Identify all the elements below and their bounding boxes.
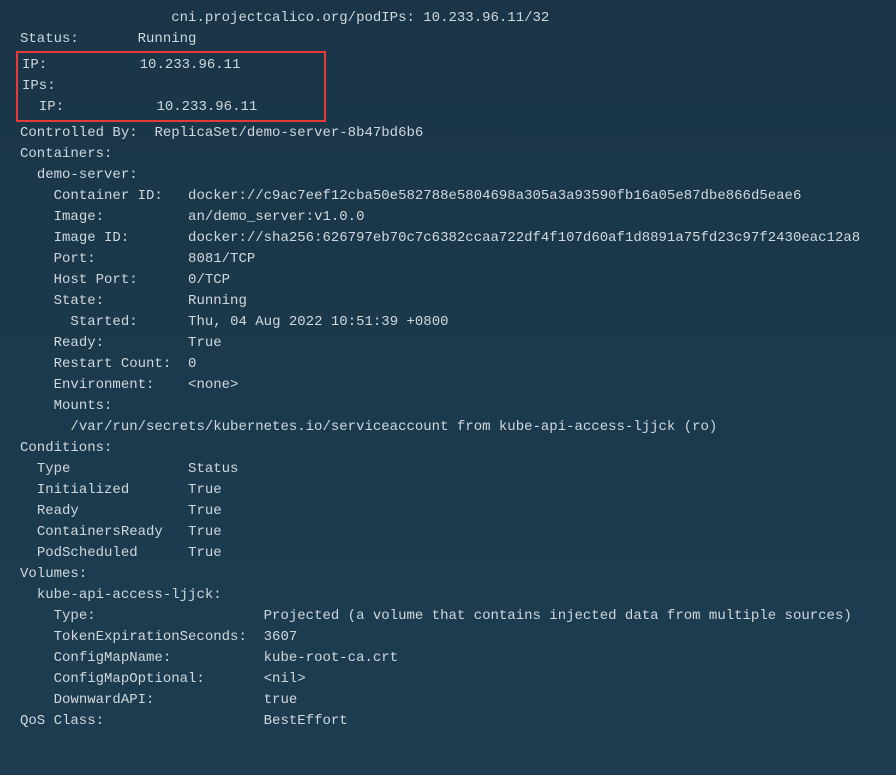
image-id-label: Image ID: bbox=[54, 230, 130, 246]
image-value: an/demo_server:v1.0.0 bbox=[188, 209, 364, 225]
downward-api-label: DownwardAPI: bbox=[54, 692, 155, 708]
qos-class-value: BestEffort bbox=[264, 713, 348, 729]
conditions-header-line: Type Status bbox=[0, 459, 896, 480]
started-value: Thu, 04 Aug 2022 10:51:39 +0800 bbox=[188, 314, 448, 330]
config-map-optional-value: <nil> bbox=[264, 671, 306, 687]
annotation-line: cni.projectcalico.org/podIPs: 10.233.96.… bbox=[0, 8, 896, 29]
container-id-value: docker://c9ac7eef12cba50e582788e5804698a… bbox=[188, 188, 801, 204]
ready-label: Ready: bbox=[54, 335, 104, 351]
ip-label: IP: bbox=[22, 57, 47, 73]
port-line: Port: 8081/TCP bbox=[0, 249, 896, 270]
condition-status: True bbox=[188, 545, 222, 561]
container-id-line: Container ID: docker://c9ac7eef12cba50e5… bbox=[0, 186, 896, 207]
volumes-label-line: Volumes: bbox=[0, 564, 896, 585]
token-expiration-label: TokenExpirationSeconds: bbox=[54, 629, 247, 645]
status-value: Running bbox=[138, 31, 197, 47]
environment-value: <none> bbox=[188, 377, 238, 393]
image-line: Image: an/demo_server:v1.0.0 bbox=[0, 207, 896, 228]
qos-class-line: QoS Class: BestEffort bbox=[0, 711, 896, 732]
mounts-label-line: Mounts: bbox=[0, 396, 896, 417]
config-map-name-line: ConfigMapName: kube-root-ca.crt bbox=[0, 648, 896, 669]
conditions-label: Conditions: bbox=[20, 440, 112, 456]
token-expiration-value: 3607 bbox=[264, 629, 298, 645]
volume-name-line: kube-api-access-ljjck: bbox=[0, 585, 896, 606]
container-name-line: demo-server: bbox=[0, 165, 896, 186]
restart-count-value: 0 bbox=[188, 356, 196, 372]
port-value: 8081/TCP bbox=[188, 251, 255, 267]
condition-row: Initialized True bbox=[0, 480, 896, 501]
controlled-by-value: ReplicaSet/demo-server-8b47bd6b6 bbox=[154, 125, 423, 141]
containers-label: Containers: bbox=[20, 146, 112, 162]
condition-row: Ready True bbox=[0, 501, 896, 522]
nested-ip-label: IP: bbox=[39, 99, 64, 115]
status-label: Status: bbox=[20, 31, 79, 47]
downward-api-value: true bbox=[264, 692, 298, 708]
containers-label-line: Containers: bbox=[0, 144, 896, 165]
environment-line: Environment: <none> bbox=[0, 375, 896, 396]
volume-type-label: Type: bbox=[54, 608, 96, 624]
condition-status: True bbox=[188, 503, 222, 519]
ready-line: Ready: True bbox=[0, 333, 896, 354]
status-line: Status: Running bbox=[0, 29, 896, 50]
ip-value: 10.233.96.11 bbox=[140, 57, 241, 73]
volume-type-line: Type: Projected (a volume that contains … bbox=[0, 606, 896, 627]
started-line: Started: Thu, 04 Aug 2022 10:51:39 +0800 bbox=[0, 312, 896, 333]
host-port-value: 0/TCP bbox=[188, 272, 230, 288]
condition-type: Initialized bbox=[37, 482, 129, 498]
condition-status: True bbox=[188, 524, 222, 540]
host-port-label: Host Port: bbox=[54, 272, 138, 288]
volume-name: kube-api-access-ljjck: bbox=[37, 587, 222, 603]
conditions-header-status: Status bbox=[188, 461, 238, 477]
config-map-name-value: kube-root-ca.crt bbox=[264, 650, 398, 666]
state-value: Running bbox=[188, 293, 247, 309]
ready-value: True bbox=[188, 335, 222, 351]
config-map-optional-label: ConfigMapOptional: bbox=[54, 671, 205, 687]
restart-count-line: Restart Count: 0 bbox=[0, 354, 896, 375]
restart-count-label: Restart Count: bbox=[54, 356, 172, 372]
config-map-optional-line: ConfigMapOptional: <nil> bbox=[0, 669, 896, 690]
qos-class-label: QoS Class: bbox=[20, 713, 104, 729]
container-id-label: Container ID: bbox=[54, 188, 163, 204]
container-name: demo-server: bbox=[37, 167, 138, 183]
nested-ip-value: 10.233.96.11 bbox=[156, 99, 257, 115]
condition-type: ContainersReady bbox=[37, 524, 163, 540]
condition-type: Ready bbox=[37, 503, 79, 519]
nested-ip-line: IP: 10.233.96.11 bbox=[18, 97, 324, 118]
downward-api-line: DownwardAPI: true bbox=[0, 690, 896, 711]
annotation-value: 10.233.96.11/32 bbox=[423, 10, 549, 26]
condition-row: ContainersReady True bbox=[0, 522, 896, 543]
condition-status: True bbox=[188, 482, 222, 498]
host-port-line: Host Port: 0/TCP bbox=[0, 270, 896, 291]
ips-line: IPs: bbox=[18, 76, 324, 97]
ip-line: IP: 10.233.96.11 bbox=[18, 55, 324, 76]
started-label: Started: bbox=[70, 314, 137, 330]
condition-type: PodScheduled bbox=[37, 545, 138, 561]
token-expiration-line: TokenExpirationSeconds: 3607 bbox=[0, 627, 896, 648]
controlled-by-line: Controlled By: ReplicaSet/demo-server-8b… bbox=[0, 123, 896, 144]
mounts-value-line: /var/run/secrets/kubernetes.io/serviceac… bbox=[0, 417, 896, 438]
port-label: Port: bbox=[54, 251, 96, 267]
controlled-by-label: Controlled By: bbox=[20, 125, 138, 141]
mounts-label: Mounts: bbox=[54, 398, 113, 414]
config-map-name-label: ConfigMapName: bbox=[54, 650, 172, 666]
volumes-label: Volumes: bbox=[20, 566, 87, 582]
ip-highlight-box: IP: 10.233.96.11 IPs: IP: 10.233.96.11 bbox=[16, 51, 326, 122]
condition-row: PodScheduled True bbox=[0, 543, 896, 564]
mounts-value: /var/run/secrets/kubernetes.io/serviceac… bbox=[70, 419, 717, 435]
conditions-header-type: Type bbox=[37, 461, 71, 477]
state-line: State: Running bbox=[0, 291, 896, 312]
state-label: State: bbox=[54, 293, 104, 309]
image-id-value: docker://sha256:626797eb70c7c6382ccaa722… bbox=[188, 230, 860, 246]
conditions-label-line: Conditions: bbox=[0, 438, 896, 459]
ips-label: IPs: bbox=[22, 78, 56, 94]
environment-label: Environment: bbox=[54, 377, 155, 393]
volume-type-value: Projected (a volume that contains inject… bbox=[264, 608, 852, 624]
image-label: Image: bbox=[54, 209, 104, 225]
annotation-key: cni.projectcalico.org/podIPs: bbox=[171, 10, 415, 26]
image-id-line: Image ID: docker://sha256:626797eb70c7c6… bbox=[0, 228, 896, 249]
